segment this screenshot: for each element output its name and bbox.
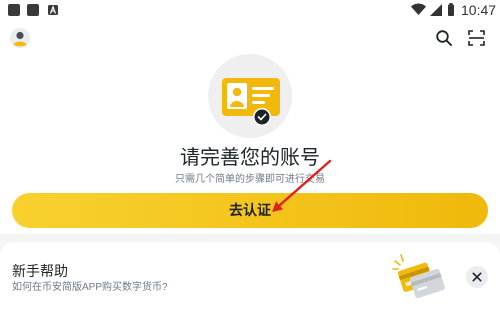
close-icon: [472, 272, 482, 282]
wifi-icon: [411, 3, 426, 15]
letter-a-icon: [48, 5, 58, 15]
close-help-card-button[interactable]: [466, 266, 488, 288]
help-card-subtitle: 如何在币安简版APP购买数字货币?: [12, 282, 168, 293]
id-card-check-illustration: [208, 54, 292, 138]
page-subtitle: 只需几个简单的步骤即可进行交易: [175, 174, 325, 185]
verify-button[interactable]: 去认证: [12, 193, 488, 228]
search-icon[interactable]: [436, 30, 452, 46]
beginner-help-card[interactable]: 新手帮助 如何在币安简版APP购买数字货币?: [0, 242, 500, 320]
help-card-title: 新手帮助: [12, 263, 68, 279]
status-bar: 10:47: [0, 0, 500, 22]
top-header: [0, 22, 500, 56]
page-title: 请完善您的账号: [180, 147, 320, 169]
app-square-icon: [8, 4, 20, 16]
scan-icon[interactable]: [468, 30, 485, 46]
bank-cards-illustration: [392, 254, 445, 299]
avatar-icon[interactable]: [10, 28, 30, 48]
signal-icon: [430, 4, 442, 16]
app-square-icon: [27, 4, 39, 16]
battery-icon: [448, 3, 454, 16]
status-time: 10:47: [461, 2, 497, 18]
